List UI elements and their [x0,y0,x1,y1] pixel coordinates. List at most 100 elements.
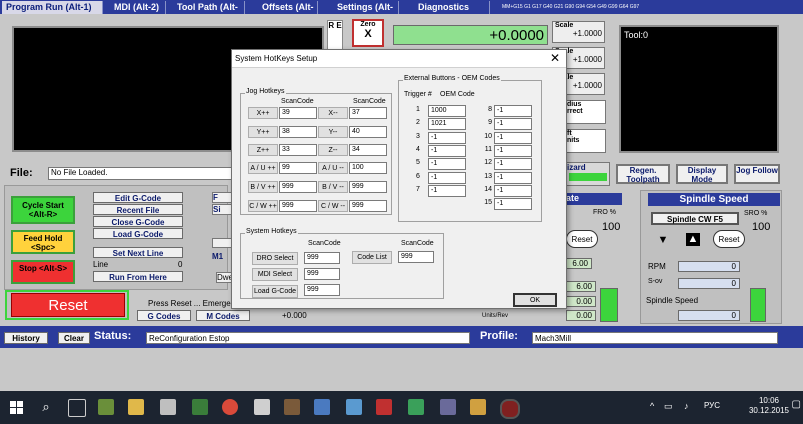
jog-plus-scancode[interactable]: 39 [279,107,317,119]
tab-diagnostics[interactable]: Diagnostics (Alt-7) [414,1,490,25]
feed-hold-button[interactable]: Feed Hold <Spc> [11,230,75,254]
app-icon-8[interactable] [408,399,424,415]
app-icon-9[interactable] [440,399,456,415]
recent-file-button[interactable]: Recent File [93,204,183,215]
oem-code-field[interactable]: -1 [428,144,466,157]
soft-limits-button[interactable]: ft nits [566,129,606,153]
oem-code-field[interactable]: -1 [428,158,466,171]
app-icon-5[interactable] [314,399,330,415]
jog-plus-button[interactable]: Z++ [248,144,278,156]
cycle-start-button[interactable]: Cycle Start <Alt-R> [11,196,75,224]
jog-minus-button[interactable]: C / W -- [318,200,348,212]
start-windows-icon[interactable] [10,401,23,414]
jog-minus-button[interactable]: Z-- [318,144,348,156]
dro-select-scancode[interactable]: 999 [304,252,340,264]
wizard-button[interactable]: izard [566,162,610,186]
task-view-icon[interactable] [68,399,86,417]
oem-code-field[interactable]: 1021 [428,118,466,131]
run-from-here-button[interactable]: Run From Here [93,271,183,282]
load-gcode-scancode[interactable]: 999 [304,284,340,296]
app-icon-6[interactable] [346,399,362,415]
jog-minus-button[interactable]: B / V -- [318,181,348,193]
oem-code-field[interactable]: -1 [494,118,532,131]
tab-mdi[interactable]: MDI (Alt-2) [110,1,166,14]
jog-minus-button[interactable]: X-- [318,107,348,119]
x-axis-dro[interactable]: +0.0000 [393,25,548,45]
spindle-cw-button[interactable]: Spindle CW F5 [651,212,739,225]
set-next-line-button[interactable]: Set Next Line [93,247,183,258]
jog-plus-button[interactable]: A / U ++ [248,162,278,174]
jog-minus-button[interactable]: A / U -- [318,162,348,174]
jog-plus-button[interactable]: B / V ++ [248,181,278,193]
ok-button[interactable]: OK [513,293,557,307]
radius-correct-button[interactable]: dius rrect [566,100,606,124]
oem-code-field[interactable]: -1 [428,131,466,144]
jog-plus-scancode[interactable]: 38 [279,126,317,138]
g-codes-button[interactable]: G Codes [137,310,191,321]
language-indicator[interactable]: РУС [704,401,720,410]
jog-minus-scancode[interactable]: 999 [349,200,387,212]
jog-plus-scancode[interactable]: 99 [279,162,317,174]
app-icon-4[interactable] [284,399,300,415]
code-list-button[interactable]: Code List [352,251,392,264]
dro-select-button[interactable]: DRO Select [252,252,298,265]
jog-plus-scancode[interactable]: 999 [279,181,317,193]
zero-x-button[interactable]: Zero X [352,19,384,47]
calculator-icon[interactable] [254,399,270,415]
oem-code-field[interactable]: -1 [494,105,532,117]
close-icon[interactable]: ✕ [548,51,562,65]
spindle-reset-button[interactable]: Reset [713,230,745,248]
display-mode-button[interactable]: Display Mode [676,164,728,184]
regen-toolpath-button[interactable]: Regen. Toolpath [616,164,670,184]
search-icon[interactable]: ⌕ [38,399,54,415]
partial-button-blank[interactable] [212,238,232,248]
mach3-icon[interactable] [500,399,520,419]
jog-plus-button[interactable]: X++ [248,107,278,119]
jog-minus-scancode[interactable]: 34 [349,144,387,156]
jog-minus-scancode[interactable]: 37 [349,107,387,119]
app-icon-10[interactable] [470,399,486,415]
tray-chevron-icon[interactable]: ^ [650,401,654,411]
partial-button-si[interactable]: Si [212,204,232,215]
network-icon[interactable]: ▭ [664,401,673,412]
app-icon-2[interactable] [160,399,176,415]
jog-minus-scancode[interactable]: 999 [349,181,387,193]
tab-settings[interactable]: Settings (Alt-6) [333,1,399,25]
oem-code-field[interactable]: -1 [494,198,532,211]
oem-code-field[interactable]: 1000 [428,105,466,117]
jog-minus-button[interactable]: Y-- [318,126,348,138]
history-button[interactable]: History [4,332,48,344]
stop-button[interactable]: Stop <Alt-S> [11,260,75,284]
tab-program-run[interactable]: Program Run (Alt-1) [2,1,103,14]
partial-button-f[interactable]: F [212,192,232,203]
tab-offsets[interactable]: Offsets (Alt-5) [258,1,318,25]
oem-code-field[interactable]: -1 [494,131,532,144]
jog-plus-button[interactable]: C / W ++ [248,200,278,212]
tab-tool-path[interactable]: Tool Path (Alt-4) [173,1,245,25]
spindle-down-icon[interactable]: ▼ [656,234,670,246]
clock[interactable]: 10:06 30.12.2015 [749,396,789,416]
edit-gcode-button[interactable]: Edit G-Code [93,192,183,203]
notification-icon[interactable]: ▢ [792,399,801,410]
chrome-icon[interactable] [222,399,238,415]
jog-minus-scancode[interactable]: 100 [349,162,387,174]
load-gcode-button[interactable]: Load G-Code [93,228,183,239]
jog-follow-button[interactable]: Jog Follow [734,164,780,184]
close-gcode-button[interactable]: Close G-Code [93,216,183,227]
file-explorer-icon[interactable] [128,399,144,415]
jog-minus-scancode[interactable]: 40 [349,126,387,138]
jog-plus-button[interactable]: Y++ [248,126,278,138]
m-codes-button[interactable]: M Codes [196,310,250,321]
oem-code-field[interactable]: -1 [494,184,532,197]
jog-plus-scancode[interactable]: 999 [279,200,317,212]
load-gcode-hotkey-button[interactable]: Load G-Code [252,285,298,298]
oem-code-field[interactable]: -1 [494,171,532,184]
volume-icon[interactable]: ♪ [684,401,689,411]
app-icon-3[interactable] [192,399,208,415]
code-list-scancode[interactable]: 999 [398,251,434,263]
jog-plus-scancode[interactable]: 33 [279,144,317,156]
oem-code-field[interactable]: -1 [428,184,466,197]
oem-code-field[interactable]: -1 [428,171,466,184]
reset-button[interactable]: Reset [11,293,125,317]
clear-button[interactable]: Clear [58,332,90,344]
